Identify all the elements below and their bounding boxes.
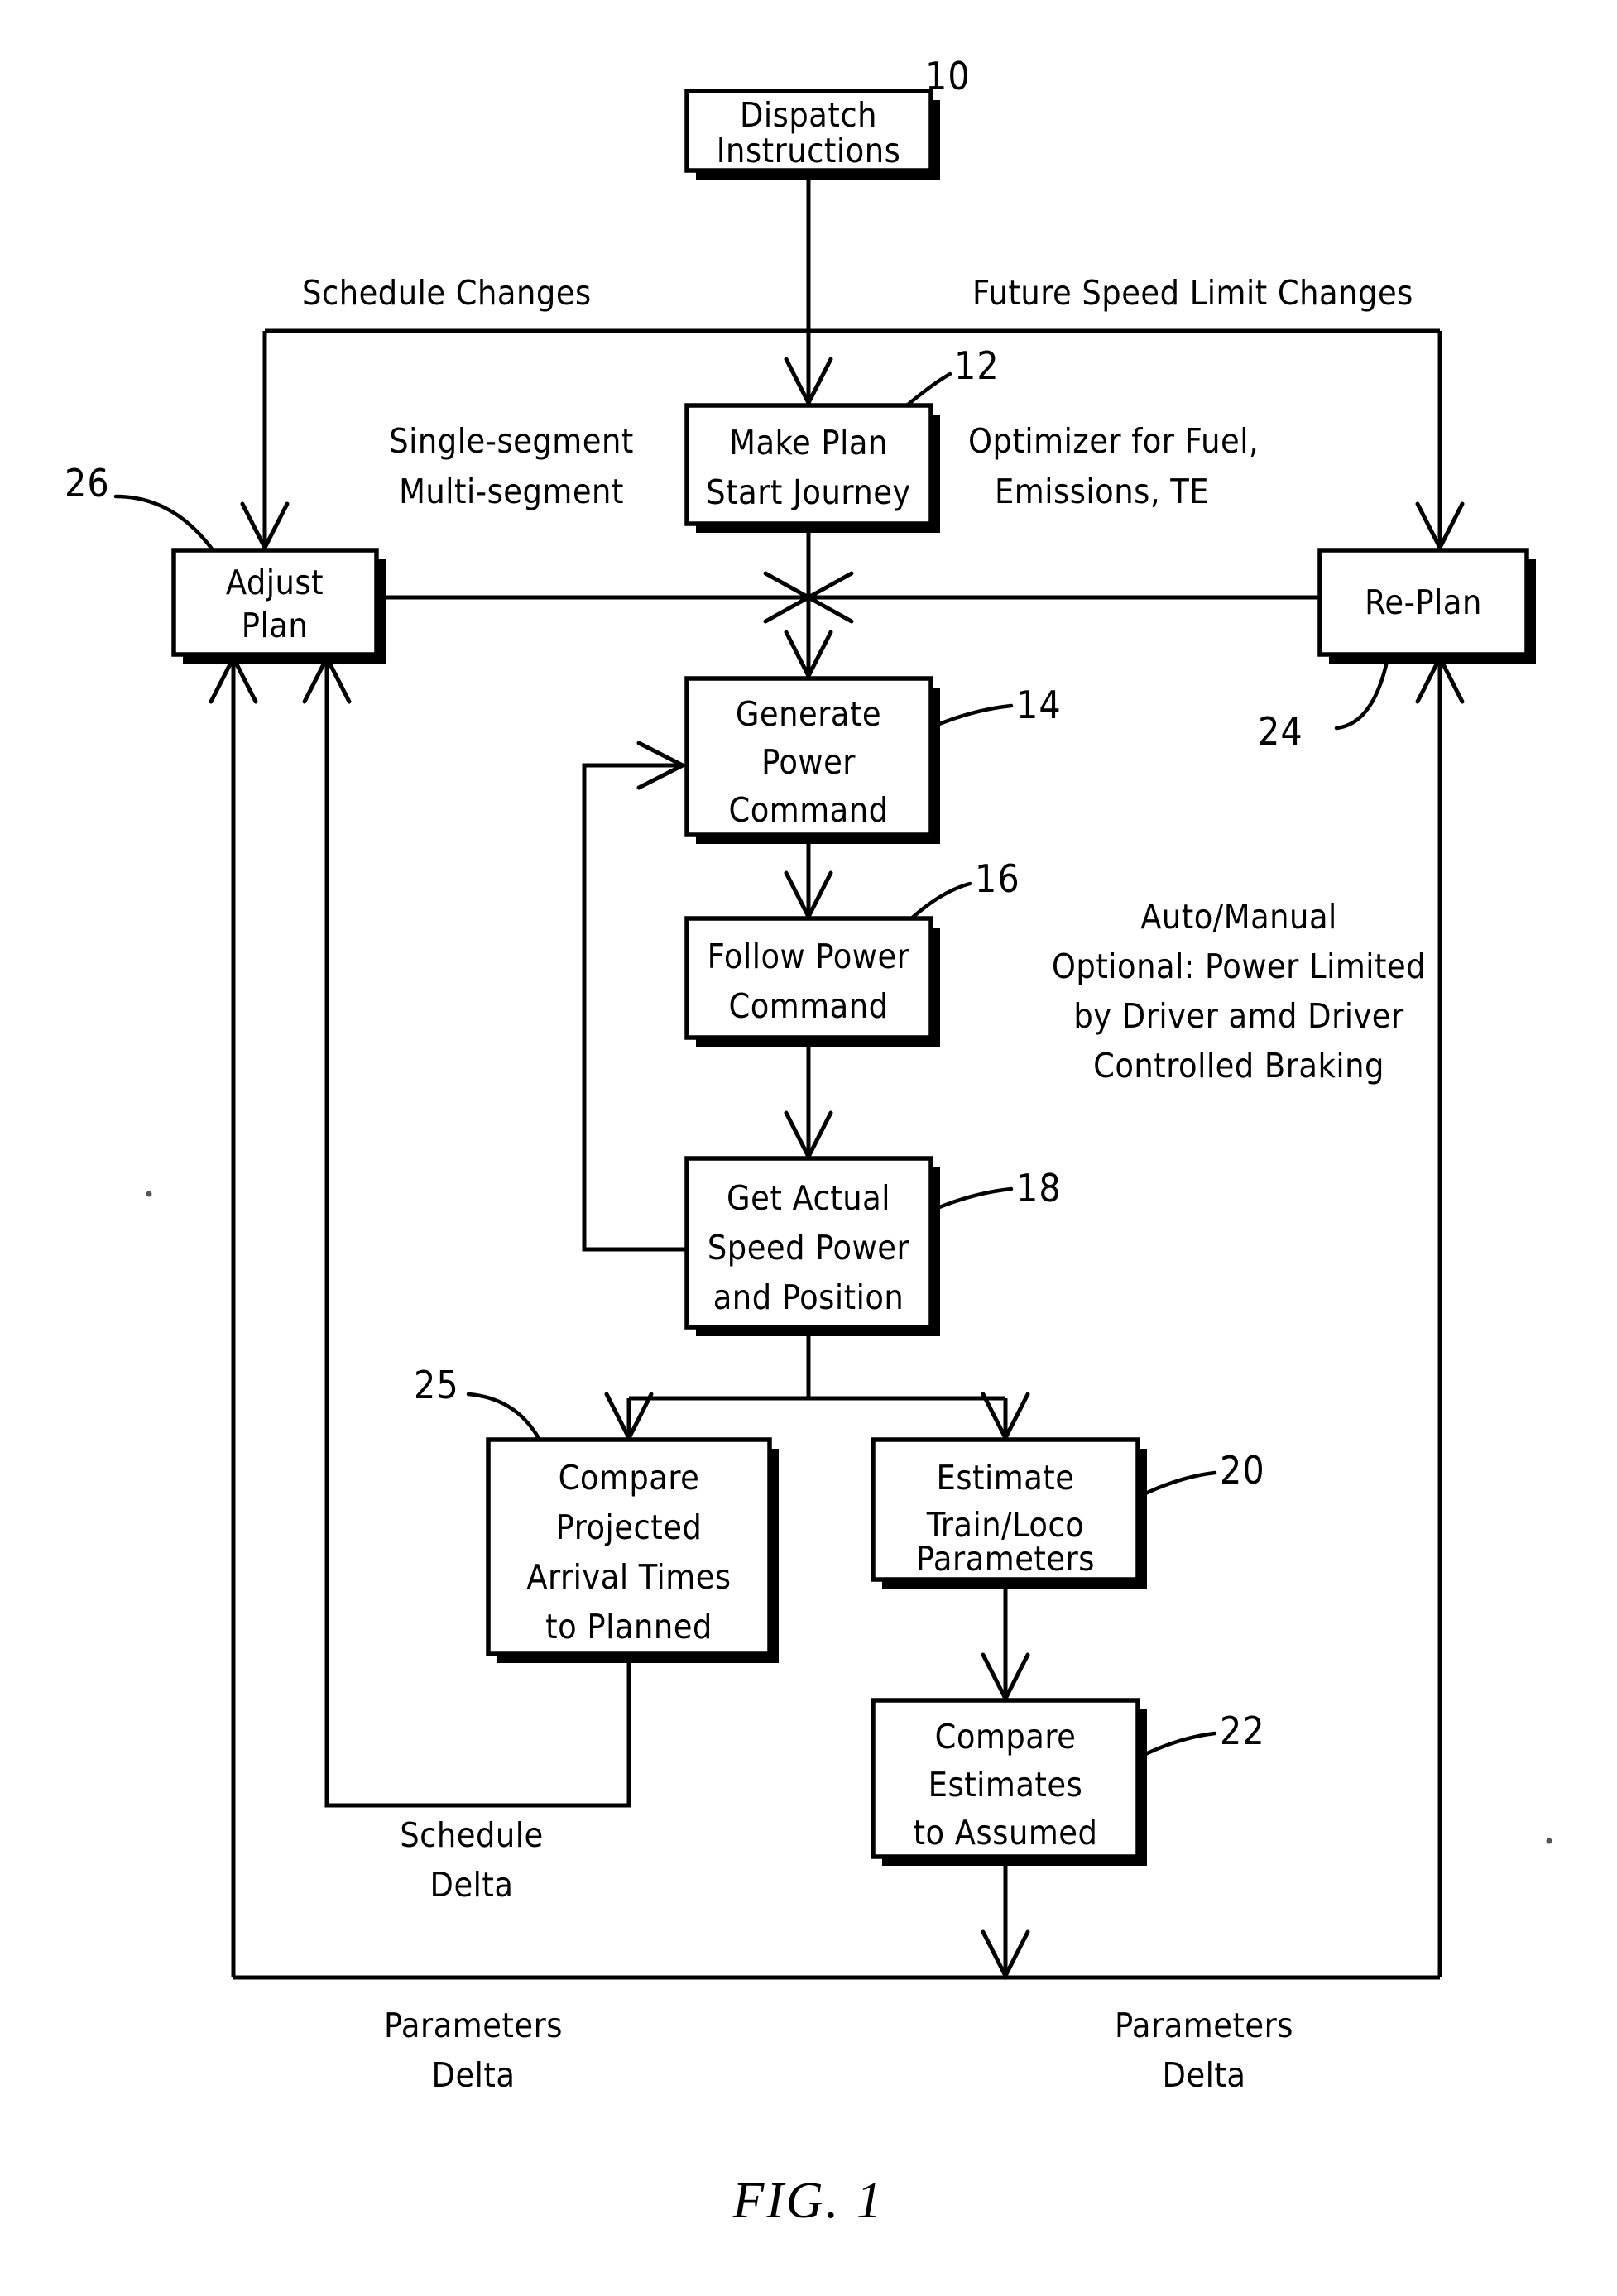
- box-generate-line-2: Power: [761, 742, 856, 782]
- ref-numeral-24: 24: [1258, 709, 1303, 754]
- scan-speck-left: [146, 1191, 152, 1197]
- ref-numeral-12: 12: [954, 343, 1000, 388]
- leader-25: [466, 1392, 543, 1444]
- leader-24: [1334, 655, 1390, 731]
- leader-18: [931, 1186, 1014, 1212]
- box-getactual-line-2: Speed Power: [708, 1228, 910, 1268]
- scan-speck-right: [1546, 1838, 1552, 1844]
- box-getactual-line-3: and Position: [713, 1277, 904, 1317]
- box-adjust-plan: Adjust Plan: [171, 548, 386, 664]
- ref-numeral-26: 26: [65, 461, 110, 506]
- box-estimate-parameters: Estimate Train/Loco Parameters: [871, 1437, 1147, 1589]
- label-schedule-changes: Schedule Changes: [302, 273, 592, 313]
- connector-feedback-getactual-to-generate: [582, 763, 687, 1252]
- box-re-plan: Re-Plan: [1317, 548, 1536, 664]
- box-follow-line-1: Follow Power: [708, 937, 910, 976]
- box-follow-line-2: Command: [728, 986, 888, 1026]
- leader-22: [1138, 1731, 1217, 1759]
- box-compareest-line-3: to Assumed: [914, 1813, 1098, 1853]
- box-makeplan-line-2: Start Journey: [706, 472, 910, 512]
- leader-14: [931, 703, 1014, 729]
- leader-20: [1138, 1470, 1217, 1498]
- ref-numeral-10: 10: [925, 54, 971, 98]
- ref-numeral-22: 22: [1220, 1709, 1265, 1753]
- box-comparetimes-line-4: to Planned: [545, 1607, 713, 1647]
- box-adjustplan-line-1: Adjust: [226, 563, 324, 602]
- label-parameters-delta-left-line-2: Delta: [432, 2055, 516, 2095]
- box-generate-power-command: Generate Power Command: [684, 676, 940, 844]
- ref-numeral-25: 25: [414, 1363, 459, 1407]
- box-make-plan: Make Plan Start Journey: [684, 403, 940, 533]
- box-generate-line-3: Command: [728, 790, 888, 830]
- label-multi-segment: Multi-segment: [399, 472, 624, 511]
- box-comparetimes-line-2: Projected: [556, 1507, 703, 1547]
- label-optimizer-line-2: Emissions, TE: [995, 472, 1209, 511]
- figure-caption: FIG. 1: [732, 2173, 884, 2229]
- box-follow-power-command: Follow Power Command: [684, 916, 940, 1047]
- patent-figure-1: Dispatch Instructions 10 Make Plan Start…: [0, 0, 1617, 2296]
- box-compareest-line-2: Estimates: [928, 1765, 1083, 1805]
- label-optimizer-line-1: Optimizer for Fuel,: [968, 421, 1259, 461]
- box-estimate-line-1: Estimate: [937, 1458, 1075, 1498]
- label-single-segment: Single-segment: [389, 421, 634, 461]
- ref-numeral-18: 18: [1016, 1166, 1062, 1210]
- label-auto-manual: Auto/Manual: [1140, 897, 1337, 937]
- box-generate-line-1: Generate: [736, 694, 881, 734]
- label-future-speed-limit-changes: Future Speed Limit Changes: [972, 273, 1413, 313]
- ref-numeral-16: 16: [975, 856, 1020, 901]
- label-parameters-delta-right-line-2: Delta: [1163, 2055, 1246, 2095]
- box-adjustplan-line-2: Plan: [242, 606, 308, 645]
- box-estimate-line-3: Parameters: [916, 1539, 1095, 1579]
- label-parameters-delta-right-line-1: Parameters: [1115, 2006, 1293, 2045]
- box-replan-line-1: Re-Plan: [1365, 582, 1482, 622]
- box-comparetimes-line-3: Arrival Times: [526, 1557, 731, 1597]
- box-compare-projected-times: Compare Projected Arrival Times to Plann…: [486, 1437, 779, 1663]
- box-dispatch-line-1: Dispatch: [740, 95, 877, 135]
- label-by-driver-and-driver: by Driver amd Driver: [1073, 996, 1404, 1036]
- box-compareest-line-1: Compare: [935, 1717, 1077, 1757]
- label-schedule-delta-line-2: Delta: [430, 1865, 514, 1905]
- box-compare-estimates: Compare Estimates to Assumed: [871, 1698, 1147, 1866]
- label-parameters-delta-left-line-1: Parameters: [384, 2006, 563, 2045]
- box-comparetimes-line-1: Compare: [559, 1458, 700, 1498]
- ref-numeral-20: 20: [1220, 1448, 1265, 1493]
- label-controlled-braking: Controlled Braking: [1093, 1046, 1384, 1086]
- box-getactual-line-1: Get Actual: [727, 1178, 890, 1218]
- box-makeplan-line-1: Make Plan: [729, 423, 888, 463]
- box-get-actual: Get Actual Speed Power and Position: [684, 1156, 940, 1336]
- ref-numeral-14: 14: [1016, 683, 1062, 727]
- flowchart-canvas: Dispatch Instructions 10 Make Plan Start…: [65, 54, 1552, 2229]
- box-dispatch-instructions: Dispatch Instructions: [684, 89, 940, 180]
- box-dispatch-line-2: Instructions: [717, 131, 901, 170]
- label-schedule-delta-line-1: Schedule: [400, 1815, 544, 1855]
- leader-26: [113, 494, 216, 554]
- label-optional-power-limited: Optional: Power Limited: [1052, 947, 1426, 986]
